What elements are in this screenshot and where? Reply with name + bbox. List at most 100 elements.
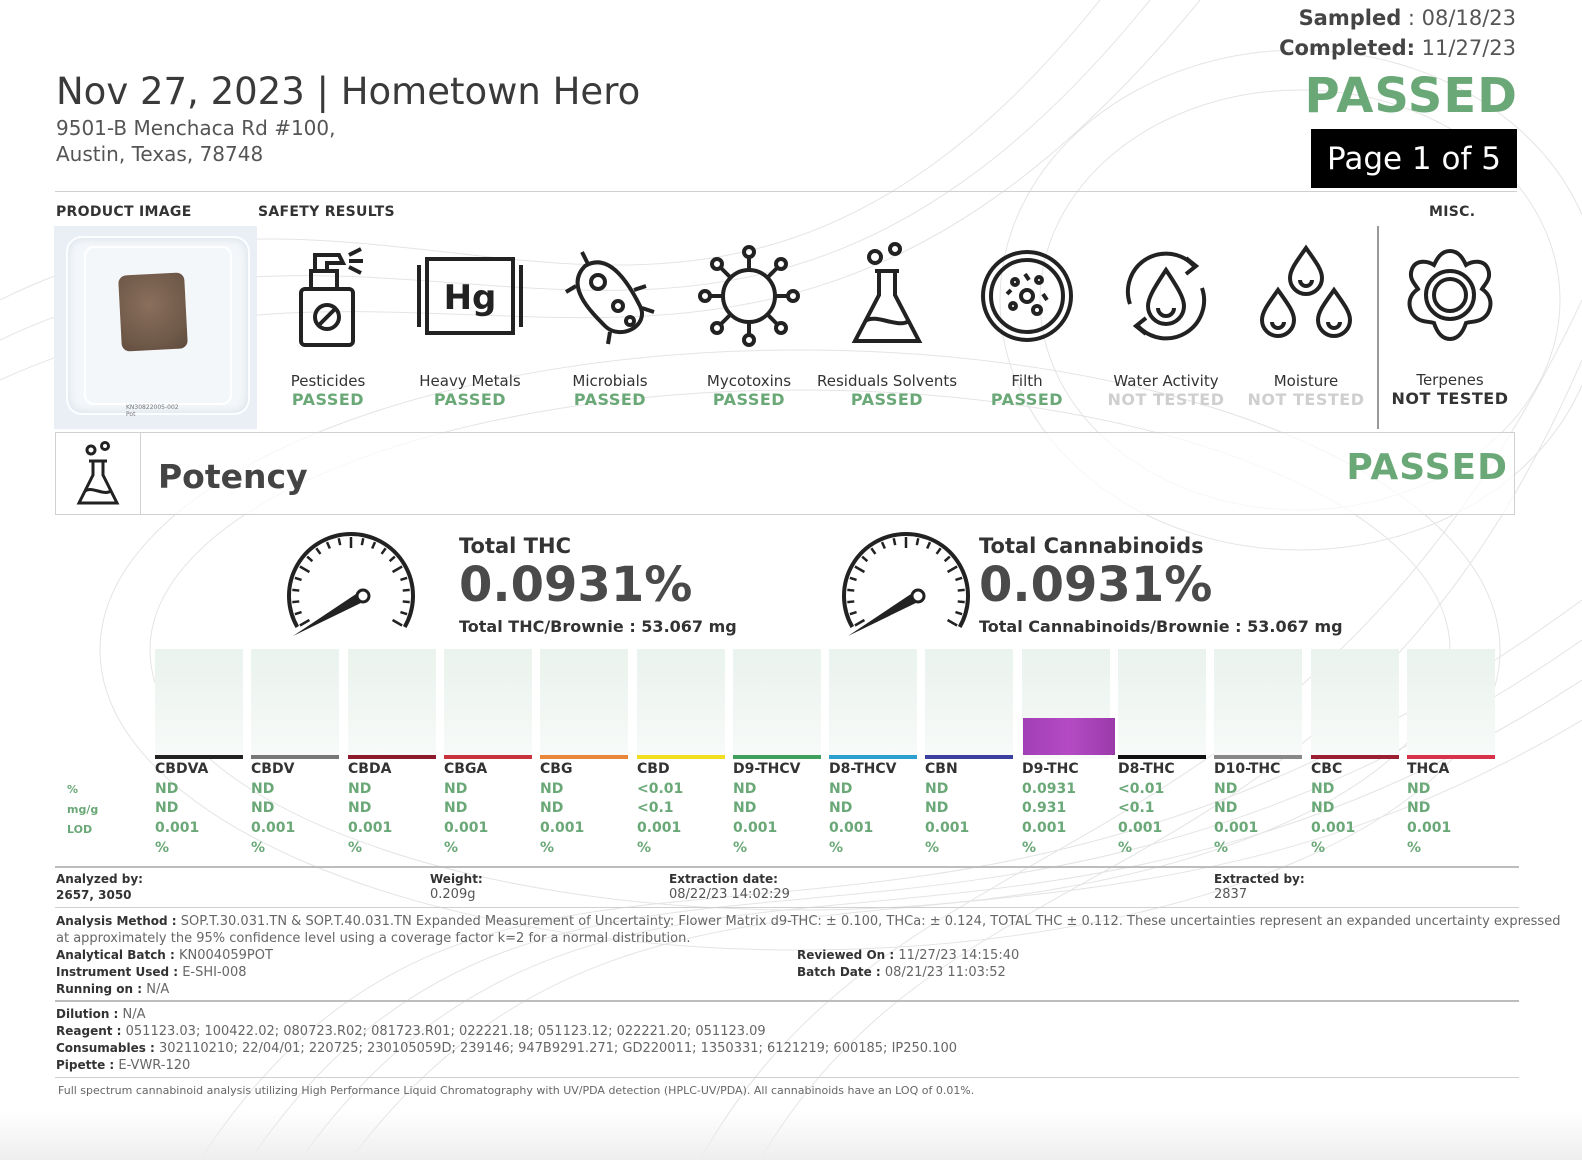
- completed-date: Completed: 11/27/23: [1279, 36, 1516, 60]
- cannabinoid-column-bg: [1407, 649, 1495, 759]
- cannabinoid-lod-unit: %: [348, 840, 363, 856]
- analytical-batch-value: KN004059POT: [179, 948, 273, 963]
- cannabinoid-column-bg: [251, 649, 339, 759]
- cannabinoid-name: THCA: [1407, 761, 1450, 777]
- batch-date-label: Batch Date :: [797, 965, 885, 979]
- meta-divider: [55, 907, 1519, 908]
- cannabinoid-mgg: ND: [925, 800, 949, 816]
- cannabinoid-column-bg: [444, 649, 532, 759]
- cannabinoid-percent: ND: [1311, 781, 1335, 797]
- safety-residual-solvents: Residuals Solvents PASSED: [817, 240, 957, 409]
- cannabinoid-column-bg: [155, 649, 243, 759]
- cannabinoid-percent: ND: [540, 781, 564, 797]
- gauge-hub: [355, 588, 371, 604]
- cannabinoid-percent: 0.0931: [1022, 781, 1077, 797]
- gauge-tick: [957, 588, 965, 592]
- analysis-divider: [55, 1000, 1519, 1002]
- gauge-tick: [337, 538, 342, 546]
- safety-water-activity: Water Activity NOT TESTED: [1096, 240, 1236, 409]
- gauge-tick: [400, 610, 408, 616]
- gauge-tick: [391, 565, 403, 574]
- cannabinoid-mgg: ND: [1311, 800, 1335, 816]
- gauge-tick: [847, 588, 855, 592]
- cannabinoid-column-bg: [733, 649, 821, 759]
- instrument-used: Instrument Used : E-SHI-008: [56, 965, 247, 980]
- misc-label: MISC.: [1429, 204, 1476, 220]
- gauge-tick: [388, 555, 396, 563]
- reviewed-on: Reviewed On : 11/27/23 14:15:40: [797, 948, 1019, 963]
- pipette: Pipette : E-VWR-120: [56, 1058, 190, 1073]
- cannabinoid-percent: ND: [348, 781, 372, 797]
- sample-tag: KN30822005-002 Pot: [126, 404, 179, 418]
- petri-dish-icon: [957, 240, 1097, 352]
- cannabinoid-mgg: ND: [348, 800, 372, 816]
- total-cannabinoids-title: Total Cannabinoids: [979, 534, 1204, 558]
- cannabinoid-lod: 0.001: [925, 820, 970, 836]
- virus-icon: [679, 240, 819, 352]
- gauge-tick: [294, 610, 302, 616]
- misc-status: NOT TESTED: [1391, 389, 1509, 408]
- sampled-label: Sampled: [1298, 6, 1402, 30]
- safety-name: Pesticides: [290, 372, 366, 390]
- gauge-tick: [402, 588, 410, 592]
- cannabinoid-column-bg: [829, 649, 917, 759]
- gauge-tick: [915, 538, 920, 546]
- cannabinoid-lod-unit: %: [540, 840, 555, 856]
- cannabinoid-mgg: ND: [1407, 800, 1431, 816]
- safety-status: PASSED: [712, 390, 786, 409]
- analyzed-by-label: Analyzed by:: [56, 872, 143, 886]
- completed-label: Completed:: [1279, 36, 1415, 60]
- cannabinoid-mgg: <0.1: [1118, 800, 1155, 816]
- cannabinoid-name: CBGA: [444, 761, 488, 777]
- cannabinoid-lod-unit: %: [1311, 840, 1326, 856]
- total-cannabinoids-per-unit: Total Cannabinoids/Brownie : 53.067 mg: [979, 617, 1343, 636]
- footnote: Full spectrum cannabinoid analysis utili…: [58, 1084, 975, 1097]
- gauge-tick: [861, 555, 869, 563]
- product-image-label: PRODUCT IMAGE: [56, 204, 192, 220]
- cannabinoid-mgg: ND: [251, 800, 275, 816]
- gauge-tick: [892, 538, 897, 546]
- safety-mycotoxins: Mycotoxins PASSED: [679, 240, 819, 409]
- gauge-needle: [848, 592, 922, 636]
- analysis-method: Analysis Method : SOP.T.30.031.TN & SOP.…: [56, 914, 1560, 929]
- cannabinoid-percent: ND: [155, 781, 179, 797]
- cannabinoid-lod-unit: %: [155, 840, 170, 856]
- cannabinoid-percent: ND: [1214, 781, 1238, 797]
- gauge-tick: [400, 576, 408, 582]
- safety-status: PASSED: [990, 390, 1064, 409]
- gauge-tick: [325, 541, 331, 550]
- analysis-method-cont: at approximately the 95% confidence leve…: [56, 931, 691, 946]
- running-on-value: N/A: [146, 982, 170, 997]
- cannabinoid-percent: ND: [1407, 781, 1431, 797]
- cannabinoid-lod-unit: %: [733, 840, 748, 856]
- total-thc-title: Total THC: [459, 534, 571, 558]
- cannabinoid-lod-unit: %: [925, 840, 940, 856]
- cannabinoid-percent: <0.01: [1118, 781, 1165, 797]
- cannabinoid-lod: 0.001: [444, 820, 489, 836]
- total-thc-value: 0.0931%: [459, 557, 693, 613]
- analytical-batch-label: Analytical Batch :: [56, 948, 180, 962]
- page-title: Nov 27, 2023 | Hometown Hero: [56, 70, 641, 113]
- prep-divider: [55, 1077, 1519, 1078]
- svg-text:Hg: Hg: [444, 278, 497, 318]
- cannabinoid-percent: ND: [251, 781, 275, 797]
- safety-pesticides: Pesticides PASSED: [258, 240, 398, 409]
- cannabinoid-lod: 0.001: [1407, 820, 1452, 836]
- cannabinoid-color-line-cbdva: [155, 755, 243, 759]
- gauge-tick: [946, 565, 958, 574]
- cannabinoid-name: CBDV: [251, 761, 295, 777]
- safety-status: NOT TESTED: [1107, 390, 1225, 409]
- cannabinoid-lod: 0.001: [1311, 820, 1356, 836]
- potency-title: Potency: [158, 457, 308, 496]
- safety-moisture: Moisture NOT TESTED: [1236, 240, 1376, 409]
- page-indicator: Page 1 of 5: [1311, 129, 1517, 188]
- cannabinoid-color-line-cbd: [637, 755, 725, 759]
- cannabinoid-lod-unit: %: [1022, 840, 1037, 856]
- cannabinoid-column-bg: [1214, 649, 1302, 759]
- running-on-label: Running on :: [56, 982, 147, 996]
- cannabinoid-column-bg: [637, 649, 725, 759]
- gauge-tick: [371, 541, 377, 550]
- cannabinoid-color-line-d8-thcv: [829, 755, 917, 759]
- gauge-tick: [315, 547, 322, 555]
- gauge-tick: [854, 565, 866, 574]
